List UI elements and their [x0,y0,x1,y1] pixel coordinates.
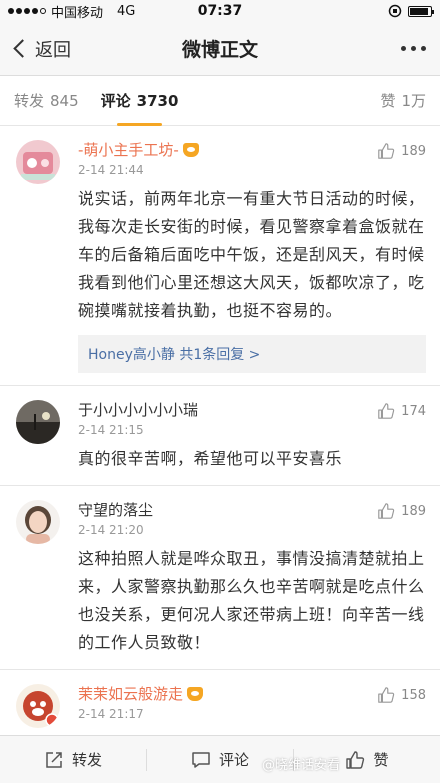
comment-list: -萌小主手工坊- 2-14 21:44 189 说实话，前两年北京一有重大节日活… [0,126,440,750]
tab-label: 评论 [100,92,131,110]
tab-likes[interactable]: 赞 1万 [380,76,426,126]
username[interactable]: 茉茉如云般游走 [78,684,183,704]
back-label: 返回 [35,39,71,61]
comment-time: 2-14 21:44 [78,163,144,177]
like-count: 189 [401,143,426,159]
comment-time: 2-14 21:17 [78,707,144,721]
comment-text: 说实话，前两年北京一有重大节日活动的时候，我每次走长安街的时候，看见警察拿着盒饭… [78,189,425,320]
comment-text: 这种拍照人就是哗众取丑，事情没搞清楚就拍上来，人家警察执勤那么久也辛苦啊就是吃点… [78,549,425,652]
username[interactable]: 守望的落尘 [78,500,153,520]
network-label: 4G [117,3,136,19]
comment-button[interactable]: 评论 [147,749,293,770]
more-options-button[interactable] [401,46,426,51]
like-button[interactable]: 189 [377,142,426,160]
back-button[interactable]: 返回 [0,36,71,62]
repost-icon [46,751,62,768]
comment-time: 2-14 21:20 [78,523,144,537]
like-button[interactable]: 174 [377,402,426,420]
avatar[interactable] [16,400,60,444]
orientation-lock-icon [388,4,402,18]
chevron-left-icon [13,39,32,58]
thumbs-up-icon [378,687,395,703]
tab-bar: 转发 845 评论 3730 赞 1万 [0,76,440,126]
like-count: 158 [401,687,426,703]
tab-comments[interactable]: 评论 3730 [100,76,179,126]
replies-link[interactable]: Honey高小静 共1条回复 > [78,335,426,373]
like-count: 174 [401,403,426,419]
thumbs-up-icon [378,403,395,419]
avatar[interactable] [16,500,60,544]
like-button[interactable]: 189 [377,502,426,520]
comment-text: 真的很辛苦啊，希望他可以平安喜乐 [78,449,343,468]
carrier-label: 中国移动 [51,5,104,21]
vip-crown-icon [182,143,199,157]
repost-button[interactable]: 转发 [0,749,146,770]
avatar[interactable] [16,140,60,184]
thumbs-up-icon [378,143,395,159]
like-button[interactable]: 158 [377,686,426,704]
tab-reposts[interactable]: 转发 845 [14,76,79,126]
tab-label: 赞 [380,92,396,110]
avatar[interactable] [16,684,60,728]
repost-label: 转发 [71,751,102,769]
comment-icon [192,751,210,768]
signal-icon [8,8,46,14]
username[interactable]: -萌小主手工坊- [78,140,179,160]
nav-bar: 返回 微博正文 [0,22,440,76]
status-bar: 中国移动 4G 07:37 [0,0,440,22]
battery-icon [408,5,434,17]
vip-crown-icon [187,687,204,701]
like-count: 189 [401,503,426,519]
like-action-button[interactable]: 赞 [294,749,440,770]
comment-item: -萌小主手工坊- 2-14 21:44 189 说实话，前两年北京一有重大节日活… [0,126,440,386]
thumbs-up-icon [346,750,365,769]
comment-label: 评论 [218,751,249,769]
comment-time: 2-14 21:15 [78,423,144,437]
comment-item: 守望的落尘 2-14 21:20 189 这种拍照人就是哗众取丑，事情没搞清楚就… [0,486,440,670]
thumbs-up-icon [378,503,395,519]
username[interactable]: 于小小小小小小瑞 [78,400,198,420]
like-label: 赞 [373,751,389,769]
tab-count: 3730 [136,91,179,110]
bottom-action-bar: 转发 评论 赞 [0,735,440,783]
comment-item: 于小小小小小小瑞 2-14 21:15 174 真的很辛苦啊，希望他可以平安喜乐 [0,386,440,486]
tab-label: 转发 [14,92,45,110]
tab-count: 1万 [401,92,426,110]
tab-count: 845 [50,91,79,110]
